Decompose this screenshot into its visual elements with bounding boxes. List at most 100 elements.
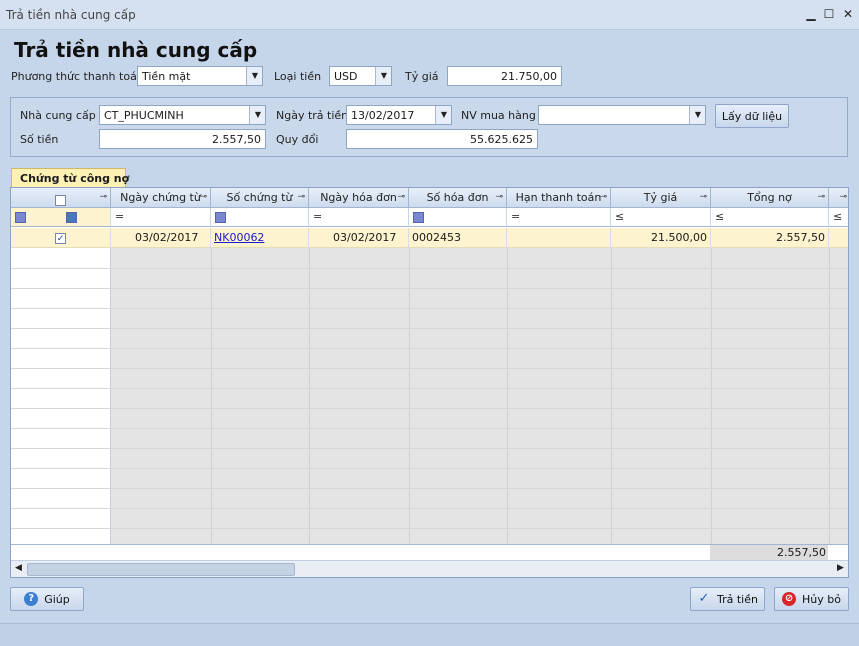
- pin-icon[interactable]: ⊸: [817, 188, 825, 207]
- select-all-header[interactable]: ⊸: [11, 188, 111, 208]
- row-indicator-column: [11, 248, 111, 544]
- minimize-button[interactable]: ▁: [803, 6, 819, 22]
- currency-value: USD: [334, 70, 358, 83]
- filter-total[interactable]: ≤: [711, 208, 829, 227]
- scroll-thumb[interactable]: [27, 563, 295, 576]
- column-label: Tổng nợ: [747, 191, 792, 204]
- pin-icon[interactable]: ⊸: [297, 188, 305, 207]
- page-title: Trả tiền nhà cung cấp: [14, 38, 258, 62]
- chevron-down-icon[interactable]: ▼: [249, 106, 265, 124]
- pin-icon[interactable]: ⊸: [99, 188, 107, 207]
- row-divider: [11, 368, 848, 369]
- column-label: Số hóa đơn: [426, 191, 489, 204]
- column-label: Tỷ giá: [643, 191, 678, 204]
- currency-select[interactable]: USD ▼: [329, 66, 392, 86]
- scroll-right-icon[interactable]: ▶: [837, 563, 844, 573]
- pin-icon[interactable]: ⊸: [495, 188, 503, 207]
- column-header-invoice-no[interactable]: Số hóa đơn ⊸: [409, 188, 507, 208]
- tab-debt-documents[interactable]: Chứng từ công nợ: [11, 168, 129, 187]
- rate-input[interactable]: 21.750,00: [447, 66, 562, 86]
- scroll-left-icon[interactable]: ◀: [15, 563, 22, 573]
- help-button[interactable]: ? Giúp: [10, 587, 84, 611]
- filter-doc-date[interactable]: =: [111, 208, 211, 227]
- filter-due[interactable]: =: [507, 208, 611, 227]
- column-header-doc-no[interactable]: Số chứng từ ⊸: [211, 188, 309, 208]
- help-label: Giúp: [44, 592, 70, 606]
- pin-icon[interactable]: ⊸: [599, 188, 607, 207]
- filter-invoice-date[interactable]: =: [309, 208, 409, 227]
- payment-method-value: Tiền mặt: [142, 70, 191, 83]
- fetch-data-button[interactable]: Lấy dữ liệu: [715, 104, 789, 128]
- column-header-overflow[interactable]: ⊸: [829, 188, 848, 208]
- cell-due: [507, 228, 611, 248]
- filter-icon[interactable]: [15, 211, 26, 223]
- amount-input[interactable]: 2.557,50: [99, 129, 266, 149]
- cell-invoice-date: 03/02/2017: [309, 228, 409, 248]
- grid-empty-area: [111, 248, 848, 544]
- cell-doc-date: 03/02/2017: [111, 228, 211, 248]
- chevron-down-icon[interactable]: ▼: [375, 67, 391, 85]
- supplier-select[interactable]: CT_PHUCMINH ▼: [99, 105, 266, 125]
- row-divider: [11, 408, 848, 409]
- pin-icon[interactable]: ⊸: [699, 188, 707, 207]
- pin-icon[interactable]: ⊸: [397, 188, 405, 207]
- row-checkbox[interactable]: ✓: [55, 232, 66, 244]
- column-divider: [309, 248, 310, 544]
- row-divider: [11, 288, 848, 289]
- filter-rate[interactable]: ≤: [611, 208, 711, 227]
- row-checkbox-cell[interactable]: ✓: [11, 228, 111, 248]
- filter-row-selector[interactable]: [11, 208, 111, 227]
- column-divider: [507, 248, 508, 544]
- pin-icon[interactable]: ⊸: [199, 188, 207, 207]
- chevron-down-icon[interactable]: ▼: [435, 106, 451, 124]
- chevron-down-icon[interactable]: ▼: [246, 67, 262, 85]
- column-header-rate[interactable]: Tỷ giá ⊸: [611, 188, 711, 208]
- converted-input[interactable]: 55.625.625: [346, 129, 538, 149]
- currency-label: Loại tiền: [274, 70, 322, 83]
- horizontal-scrollbar[interactable]: ◀ ▶: [11, 560, 848, 577]
- payment-method-label: Phương thức thanh toán: [11, 70, 144, 83]
- pay-date-label: Ngày trả tiền: [276, 109, 349, 122]
- filter-invoice-no[interactable]: [409, 208, 507, 227]
- pay-date-picker[interactable]: 13/02/2017 ▼: [346, 105, 452, 125]
- row-divider: [11, 508, 848, 509]
- buyer-select[interactable]: ▼: [538, 105, 706, 125]
- row-divider: [11, 268, 848, 269]
- filter-doc-no[interactable]: [211, 208, 309, 227]
- filter-overflow[interactable]: ≤: [829, 208, 848, 227]
- column-divider: [711, 248, 712, 544]
- doc-no-link[interactable]: NK00062: [214, 231, 264, 244]
- column-header-doc-date[interactable]: Ngày chứng từ ⊸: [111, 188, 211, 208]
- debt-grid: ⊸ Ngày chứng từ ⊸ Số chứng từ ⊸ Ngày hóa đ…: [10, 187, 849, 578]
- filter-icon[interactable]: [215, 211, 226, 223]
- converted-label: Quy đổi: [276, 133, 319, 146]
- select-all-checkbox[interactable]: [55, 194, 66, 206]
- cell-invoice-no: 0002453: [409, 228, 507, 248]
- close-button[interactable]: ✕: [840, 6, 856, 22]
- buyer-label: NV mua hàng: [461, 109, 536, 122]
- help-icon: ?: [24, 592, 39, 606]
- title-bar: Trả tiền nhà cung cấp ▁ ☐ ✕: [0, 0, 859, 30]
- filter-checkbox-icon[interactable]: [65, 211, 77, 223]
- window-title: Trả tiền nhà cung cấp: [6, 8, 136, 22]
- row-divider: [11, 448, 848, 449]
- column-header-total[interactable]: Tổng nợ ⊸: [711, 188, 829, 208]
- pay-date-value: 13/02/2017: [351, 109, 415, 122]
- pin-icon[interactable]: ⊸: [839, 188, 847, 207]
- row-divider: [11, 488, 848, 489]
- cell-rate: 21.500,00: [611, 228, 711, 248]
- column-header-due[interactable]: Hạn thanh toán ⊸: [507, 188, 611, 208]
- row-divider: [11, 328, 848, 329]
- column-header-invoice-date[interactable]: Ngày hóa đơn ⊸: [309, 188, 409, 208]
- cancel-button[interactable]: ⊘ Hủy bỏ: [774, 587, 849, 611]
- pay-label: Trả tiền: [717, 592, 758, 606]
- footer-total: 2.557,50: [710, 545, 828, 560]
- filter-icon[interactable]: [413, 211, 424, 223]
- column-label: Ngày chứng từ: [120, 191, 201, 204]
- payment-method-select[interactable]: Tiền mặt ▼: [137, 66, 263, 86]
- column-divider: [829, 248, 830, 544]
- row-divider: [11, 468, 848, 469]
- chevron-down-icon[interactable]: ▼: [689, 106, 705, 124]
- pay-button[interactable]: ✓ Trả tiền: [690, 587, 765, 611]
- maximize-button[interactable]: ☐: [821, 6, 837, 22]
